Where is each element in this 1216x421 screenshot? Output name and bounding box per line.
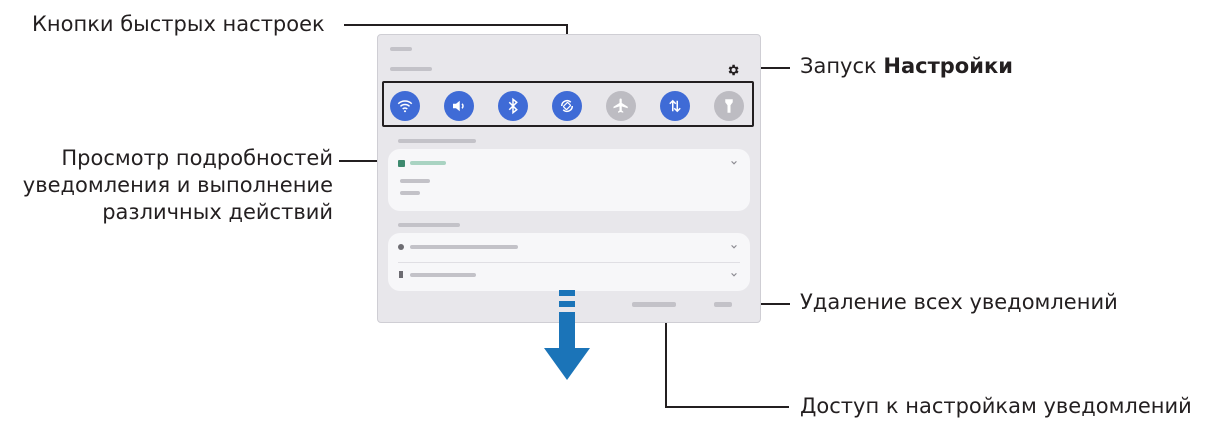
leader-line-notification-settings-h (665, 406, 789, 408)
silent-item-2-placeholder (410, 273, 476, 277)
callout-notification-details-line1: Просмотр подробностей (61, 146, 333, 170)
callout-notification-details-line3: различных действий (102, 200, 333, 224)
date-placeholder (390, 47, 412, 51)
wifi-icon (397, 100, 413, 113)
callout-launch-settings-bold: Настройки (883, 54, 1013, 78)
app-icon (399, 271, 403, 278)
chevron-down-icon[interactable] (730, 271, 738, 279)
flashlight-button[interactable] (714, 91, 744, 121)
quick-settings-row (382, 83, 752, 129)
bluetooth-icon (508, 97, 518, 115)
sound-icon (453, 100, 464, 112)
callout-notification-settings: Доступ к настройкам уведомлений (800, 394, 1192, 418)
flashlight-icon (725, 99, 733, 113)
notification-body-placeholder (400, 191, 420, 195)
leader-line-notification-settings-v (665, 310, 667, 408)
notification-title-placeholder (400, 179, 430, 183)
airplane-mode-icon (613, 98, 628, 113)
notification-card[interactable] (388, 149, 750, 211)
bluetooth-button[interactable] (498, 91, 528, 121)
swipe-down-arrow-icon (544, 290, 590, 380)
leader-line-quick-settings (344, 24, 568, 26)
callout-clear-all: Удаление всех уведомлений (800, 290, 1118, 314)
notification-settings-button[interactable] (632, 302, 676, 307)
carrier-placeholder (390, 67, 432, 71)
divider (398, 262, 740, 263)
section-header-placeholder (398, 139, 476, 143)
airplane-mode-button[interactable] (606, 91, 636, 121)
chevron-down-icon[interactable] (730, 243, 738, 251)
silent-item-1-placeholder (410, 245, 518, 249)
chevron-down-icon[interactable] (730, 159, 738, 167)
app-icon (398, 244, 404, 250)
auto-rotate-button[interactable] (552, 91, 582, 121)
clear-all-button[interactable] (714, 302, 732, 307)
mobile-data-icon (669, 99, 681, 113)
callout-launch-settings-prefix: Запуск (800, 54, 884, 78)
app-icon (398, 160, 405, 167)
notification-panel (377, 34, 761, 323)
mobile-data-button[interactable] (660, 91, 690, 121)
settings-gear-icon[interactable] (726, 63, 740, 77)
callout-notification-details-line2: уведомления и выполнение (22, 173, 333, 197)
silent-section-header-placeholder (398, 223, 460, 227)
auto-rotate-icon (560, 99, 574, 113)
callout-launch-settings: Запуск Настройки (800, 53, 1013, 80)
wifi-button[interactable] (390, 91, 420, 121)
app-name-placeholder (410, 161, 446, 165)
silent-notifications-card[interactable] (388, 233, 750, 291)
callout-notification-details: Просмотр подробностей уведомления и выпо… (10, 145, 333, 226)
sound-button[interactable] (444, 91, 474, 121)
callout-quick-settings: Кнопки быстрых настроек (32, 12, 325, 36)
